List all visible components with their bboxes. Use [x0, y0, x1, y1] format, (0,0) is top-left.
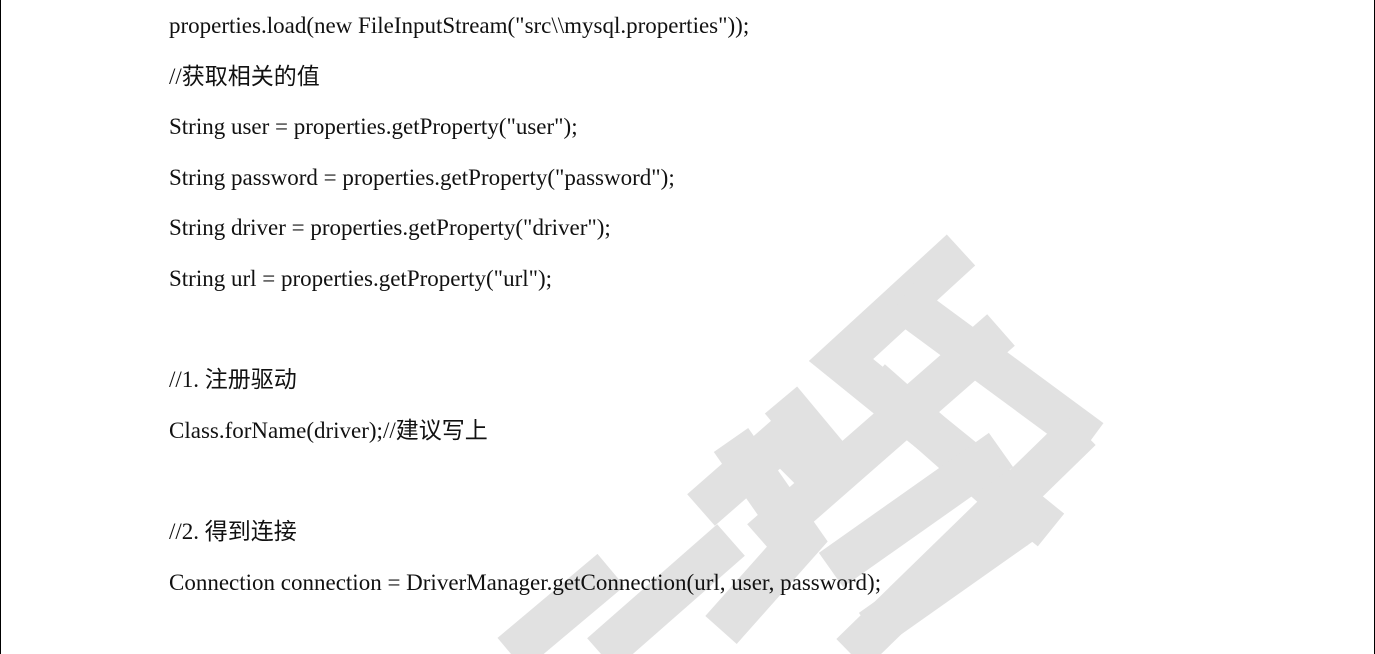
code-line: String user = properties.getProperty("us…: [169, 114, 578, 140]
code-comment: //获取相关的值: [169, 63, 320, 89]
watermark-text: 教育: [841, 628, 843, 631]
document-page: 教育 properties.load(new FileInputStream("…: [0, 0, 1375, 654]
code-line: String password = properties.getProperty…: [169, 164, 675, 190]
code-line: String driver = properties.getProperty("…: [169, 215, 611, 241]
code-line: properties.load(new FileInputStream("src…: [169, 13, 750, 38]
code-block: properties.load(new FileInputStream("src…: [1, 0, 1374, 615]
code-comment: //1. 注册驱动: [169, 367, 297, 393]
code-comment: //2. 得到连接: [169, 518, 297, 544]
code-line: Connection connection = DriverManager.ge…: [169, 569, 882, 595]
code-line: String url = properties.getProperty("url…: [169, 265, 553, 291]
code-line: Class.forName(driver);//建议写上: [169, 417, 488, 443]
